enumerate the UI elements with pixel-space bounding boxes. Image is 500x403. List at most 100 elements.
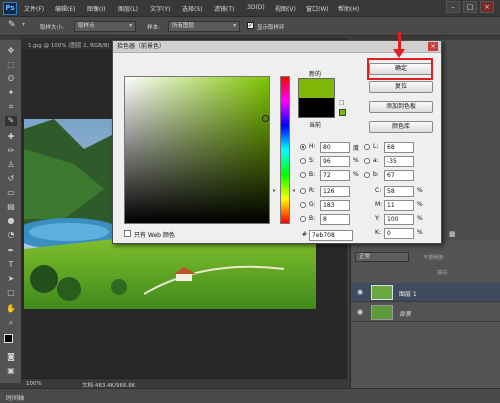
path-select-icon[interactable]: ➤ xyxy=(5,274,17,284)
cube-warning-icon[interactable]: ❒ xyxy=(339,100,344,107)
opacity-label: 不透明度: xyxy=(423,255,445,261)
layer-name[interactable]: 背景 xyxy=(399,309,411,318)
m-field[interactable]: 11 xyxy=(384,200,414,211)
sample-size-select[interactable]: 取样点 ▾ xyxy=(74,21,136,32)
status-bar: 100% 文档:483.4K/966.8K xyxy=(22,378,347,389)
menu-select[interactable]: 选择(S) xyxy=(182,4,203,13)
radio-lab-b[interactable] xyxy=(364,172,370,178)
quick-select-tool-icon[interactable]: ✦ xyxy=(5,88,17,98)
marquee-tool-icon[interactable]: ⬚ xyxy=(5,60,17,70)
radio-a[interactable] xyxy=(364,158,370,164)
type-tool-icon[interactable]: T xyxy=(5,260,17,270)
add-to-swatches-button[interactable]: 添加到色板 xyxy=(369,101,433,113)
c-field[interactable]: 58 xyxy=(384,186,414,197)
panel-icon[interactable]: ▦ xyxy=(449,230,459,240)
dodge-tool-icon[interactable]: ◔ xyxy=(5,230,17,240)
h-field[interactable]: 80 xyxy=(320,142,350,153)
screen-mode-icon[interactable]: ▣ xyxy=(5,366,17,376)
brush-tool-icon[interactable]: ✏ xyxy=(5,146,17,156)
lasso-tool-icon[interactable]: ʘ xyxy=(5,74,17,84)
radio-s[interactable] xyxy=(300,158,306,164)
color-field[interactable] xyxy=(124,76,270,224)
b-unit: % xyxy=(353,171,359,178)
blue-field[interactable]: 8 xyxy=(320,214,350,225)
radio-r[interactable] xyxy=(300,188,306,194)
current-color-label: 当前 xyxy=(309,122,322,129)
clone-stamp-icon[interactable]: ♙ xyxy=(5,160,17,170)
layer-row-background[interactable]: ◉ 背景 xyxy=(351,303,500,322)
k-field[interactable]: 0 xyxy=(384,228,414,239)
menu-help[interactable]: 帮助(H) xyxy=(338,4,359,13)
g-field[interactable]: 183 xyxy=(320,200,350,211)
history-brush-icon[interactable]: ↺ xyxy=(5,174,17,184)
hue-slider-arrow-right-icon[interactable]: ◂ xyxy=(292,187,295,194)
hue-slider-arrow-left-icon[interactable]: ▸ xyxy=(273,187,276,194)
s-unit: % xyxy=(353,157,359,164)
web-safe-color-icon[interactable] xyxy=(339,109,346,116)
sample-select[interactable]: 所有图层 ▾ xyxy=(168,21,240,32)
radio-b[interactable] xyxy=(300,172,306,178)
blend-mode-select[interactable]: 正常 xyxy=(355,252,409,262)
cancel-button[interactable]: 复位 xyxy=(369,81,433,93)
hue-slider[interactable] xyxy=(280,76,290,224)
eyedropper-tool-icon[interactable]: ✎ xyxy=(8,20,16,30)
pen-tool-icon[interactable]: ✒ xyxy=(5,246,17,256)
current-color-swatch[interactable] xyxy=(298,98,335,118)
minimize-button[interactable]: – xyxy=(446,1,460,13)
menu-filter[interactable]: 滤镜(T) xyxy=(214,4,234,13)
shape-tool-icon[interactable]: ▢ xyxy=(5,288,17,298)
menu-3d[interactable]: 3D(D) xyxy=(247,4,265,11)
gradient-tool-icon[interactable]: ▤ xyxy=(5,202,17,212)
a-field[interactable]: -35 xyxy=(384,156,414,167)
healing-brush-icon[interactable]: ✚ xyxy=(5,132,17,142)
radio-l[interactable] xyxy=(364,144,370,150)
color-libraries-button[interactable]: 颜色库 xyxy=(369,121,433,133)
layer-name[interactable]: 图层 1 xyxy=(399,289,417,298)
s-field[interactable]: 96 xyxy=(320,156,350,167)
tool-preset-arrow-icon[interactable]: ▾ xyxy=(22,21,25,28)
eyedropper-tool-icon[interactable]: ✎ xyxy=(5,116,17,126)
maximize-button[interactable]: □ xyxy=(463,1,477,13)
zoom-level[interactable]: 100% xyxy=(26,381,42,387)
menu-edit[interactable]: 编辑(E) xyxy=(55,4,75,13)
menu-layer[interactable]: 图层(L) xyxy=(118,4,138,13)
visibility-eye-icon[interactable]: ◉ xyxy=(357,308,363,316)
menu-view[interactable]: 视图(V) xyxy=(275,4,296,13)
menu-image[interactable]: 图像(I) xyxy=(87,4,105,13)
radio-blue[interactable] xyxy=(300,216,306,222)
sample-label: 样本: xyxy=(147,25,160,31)
l-field[interactable]: 68 xyxy=(384,142,414,153)
y-field[interactable]: 100 xyxy=(384,214,414,225)
radio-g[interactable] xyxy=(300,202,306,208)
crop-tool-icon[interactable]: ⌗ xyxy=(5,102,17,112)
hand-tool-icon[interactable]: ✋ xyxy=(5,304,17,314)
c-unit: % xyxy=(417,187,423,194)
hex-field[interactable]: 7eb708 xyxy=(309,230,353,241)
b-field[interactable]: 72 xyxy=(320,170,350,181)
chevron-down-icon: ▾ xyxy=(129,23,132,29)
layer-row-layer1[interactable]: ◉ 图层 1 xyxy=(351,283,500,302)
close-window-button[interactable]: × xyxy=(480,1,494,13)
zoom-tool-icon[interactable]: ⌕ xyxy=(5,318,17,328)
eraser-tool-icon[interactable]: ▭ xyxy=(5,188,17,198)
color-field-cursor[interactable] xyxy=(262,115,269,122)
lab-b-label: b: xyxy=(373,171,379,178)
quick-mask-icon[interactable]: ◙ xyxy=(5,352,17,362)
move-tool-icon[interactable]: ✥ xyxy=(5,46,17,56)
blur-tool-icon[interactable]: ● xyxy=(5,216,17,226)
h-label: H: xyxy=(309,143,316,150)
s-label: S: xyxy=(309,157,315,164)
foreground-color-swatch[interactable] xyxy=(4,334,13,343)
lab-b-field[interactable]: 67 xyxy=(384,170,414,181)
menu-type[interactable]: 文字(Y) xyxy=(150,4,170,13)
radio-h[interactable] xyxy=(300,144,306,150)
menu-file[interactable]: 文件(F) xyxy=(24,4,44,13)
visibility-eye-icon[interactable]: ◉ xyxy=(357,288,363,296)
timeline-label[interactable]: 时间轴 xyxy=(6,393,24,402)
show-ring-checkbox[interactable]: ✓ xyxy=(247,22,254,29)
r-field[interactable]: 126 xyxy=(320,186,350,197)
menu-window[interactable]: 窗口(W) xyxy=(306,4,329,13)
h-unit: 度 xyxy=(353,145,360,152)
only-web-colors-checkbox[interactable] xyxy=(124,230,131,237)
close-icon[interactable]: × xyxy=(428,42,438,51)
